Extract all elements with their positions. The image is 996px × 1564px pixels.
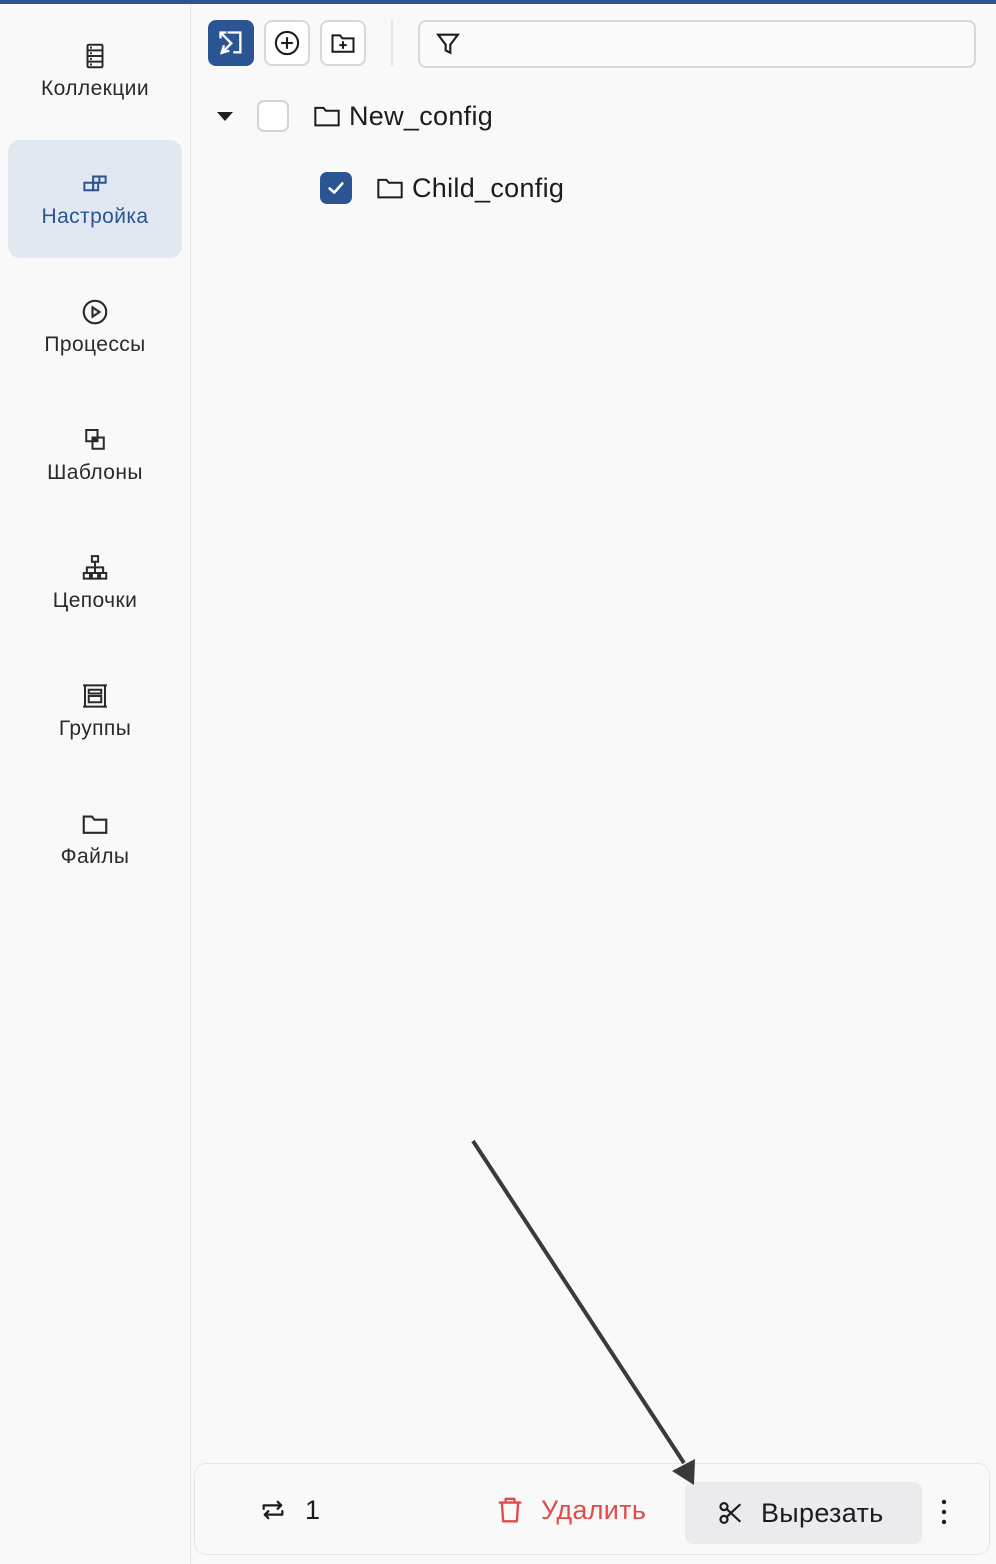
trash-icon [498,1497,522,1523]
filter-field[interactable] [418,20,976,68]
sidebar-item-templates[interactable]: Шаблоны [8,396,182,514]
sidebar-item-label: Процессы [44,333,146,356]
sidebar-item-settings[interactable]: Настройка [8,140,182,258]
checkmark-icon [328,182,344,194]
blocks-icon [83,175,107,192]
sidebar-item-processes[interactable]: Процессы [8,268,182,386]
sidebar: Коллекции Настройка Процессы Шаблоны Цеп… [0,4,191,1564]
tree-node-label: New_config [349,100,494,131]
filter-icon [435,33,461,55]
group-frame-icon [83,684,107,708]
select-mode-icon [219,31,242,55]
more-options-button[interactable] [931,1492,957,1532]
sidebar-item-label: Коллекции [41,77,149,100]
add-folder-icon [331,34,355,53]
toolbar-divider [391,20,393,66]
sidebar-item-files[interactable]: Файлы [8,780,182,898]
delete-button[interactable]: Удалить [487,1482,654,1538]
tree-checkbox[interactable] [257,100,289,132]
sidebar-item-label: Настройка [41,205,149,228]
delete-label: Удалить [541,1494,647,1525]
selection-action-bar: 1 Удалить Вырезать [194,1463,990,1555]
select-mode-button[interactable] [208,20,254,66]
add-folder-button[interactable] [320,20,366,66]
sidebar-item-chains[interactable]: Цепочки [8,524,182,642]
folder-icon [313,103,341,129]
more-vertical-icon [941,1499,947,1525]
copy-squares-icon [85,429,105,450]
sidebar-item-label: Группы [58,717,132,740]
filter-input[interactable] [472,23,974,65]
tree-node-child-config[interactable]: Child_config [320,168,564,208]
sidebar-item-label: Шаблоны [47,461,143,484]
scissors-icon [719,1501,742,1525]
tree-checkbox-checked[interactable] [320,172,352,204]
main-panel: New_config Child_config 1 Удалить Выреза… [191,4,996,1564]
server-list-icon [86,43,104,69]
folder-icon [82,815,108,834]
cut-label: Вырезать [761,1497,884,1528]
sidebar-item-groups[interactable]: Группы [8,652,182,770]
sidebar-item-collections[interactable]: Коллекции [8,12,182,130]
tree-node-new-config[interactable]: New_config [217,96,493,136]
selected-count: 1 [259,1464,320,1556]
sidebar-item-label: Цепочки [52,589,138,612]
sidebar-item-label: Файлы [60,845,130,868]
add-circle-icon [274,30,300,56]
folder-icon [376,175,404,201]
expand-toggle-icon[interactable] [217,111,233,121]
selected-count-value: 1 [305,1494,321,1525]
add-button[interactable] [264,20,310,66]
hierarchy-icon [82,555,108,580]
cut-button[interactable]: Вырезать [685,1482,922,1544]
play-circle-icon [82,299,108,325]
repeat-icon [262,1500,284,1520]
tree-node-label: Child_config [412,172,565,203]
